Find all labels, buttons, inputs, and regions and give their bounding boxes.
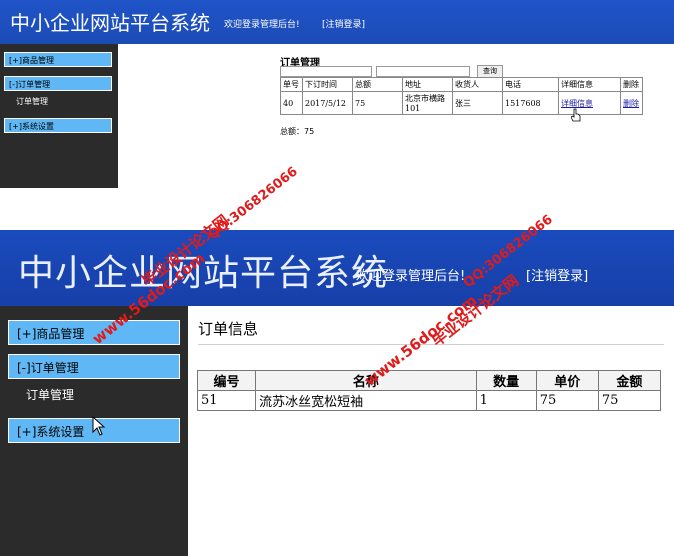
column-header: 单号 <box>280 77 303 92</box>
order-list-screenshot: 中小企业网站平台系统 欢迎登录管理后台! [注销登录] [+]商品管理 [-]订… <box>0 0 674 188</box>
item-price-cell: 75 <box>535 390 599 411</box>
column-header: 下订时间 <box>302 77 353 92</box>
header-bar: 中小企业网站平台系统 欢迎登录管理后台! [注销登录] <box>0 230 674 306</box>
table-row: 51 流苏冰丝宽松短袖 1 75 75 <box>196 390 662 411</box>
column-header: 金额 <box>597 370 662 391</box>
column-header: 地址 <box>402 77 453 92</box>
delete-link[interactable]: 删除 <box>623 99 639 108</box>
order-total-cell: 75 <box>352 91 403 115</box>
sidebar-item-order-management[interactable]: [-]订单管理 <box>8 354 180 379</box>
page-title: 订单信息 <box>198 320 259 338</box>
app-title: 中小企业网站平台系统 <box>10 11 210 35</box>
item-amount-cell: 75 <box>597 390 662 411</box>
column-header: 编号 <box>196 370 257 391</box>
order-items-table: 编号 名称 数量 单价 金额 51 流苏冰丝宽松短袖 1 75 75 <box>196 370 662 411</box>
column-header: 总额 <box>352 77 403 92</box>
order-date-cell: 2017/5/12 <box>302 91 353 115</box>
column-header: 详细信息 <box>558 77 621 92</box>
order-recipient-cell: 张三 <box>452 91 503 115</box>
column-header: 单价 <box>535 370 599 391</box>
table-header-row: 编号 名称 数量 单价 金额 <box>196 370 662 391</box>
date-search-input[interactable] <box>376 66 470 77</box>
table-row: 40 2017/5/12 75 北京市横路101 张三 1517608 详细信息… <box>280 91 643 115</box>
sidebar-subitem-order-management[interactable]: 订单管理 <box>26 386 74 403</box>
table-header-row: 单号 下订时间 总额 地址 收货人 电话 详细信息 删除 <box>280 77 643 92</box>
order-table: 单号 下订时间 总额 地址 收货人 电话 详细信息 删除 40 2017/5/1… <box>280 77 643 115</box>
logout-link[interactable]: [注销登录] <box>322 17 365 30</box>
header-bar: 中小企业网站平台系统 欢迎登录管理后台! [注销登录] <box>0 0 674 44</box>
app-title: 中小企业网站平台系统 <box>18 253 389 294</box>
column-header: 收货人 <box>452 77 503 92</box>
sidebar-item-order-management[interactable]: [-]订单管理 <box>4 76 112 91</box>
hand-cursor-icon <box>571 108 581 122</box>
total-amount: 总额：75 <box>280 127 315 136</box>
sidebar-subitem-order-management[interactable]: 订单管理 <box>16 96 48 107</box>
order-details-cell: 详细信息 <box>558 91 621 115</box>
welcome-text: 欢迎登录管理后台! <box>356 269 466 284</box>
title-divider <box>198 344 664 345</box>
details-link[interactable]: 详细信息 <box>561 99 593 108</box>
item-name-cell: 流苏冰丝宽松短袖 <box>255 390 477 411</box>
logout-link[interactable]: [注销登录] <box>526 265 588 284</box>
order-address-cell: 北京市横路101 <box>402 91 453 115</box>
column-header: 删除 <box>620 77 643 92</box>
sidebar: [+]商品管理 [-]订单管理 订单管理 [+]系统设置 <box>0 306 188 556</box>
column-header: 数量 <box>475 370 537 391</box>
welcome-text: 欢迎登录管理后台! <box>224 20 300 30</box>
order-phone-cell: 1517608 <box>502 91 559 115</box>
sidebar-item-system-settings[interactable]: [+]系统设置 <box>4 118 112 133</box>
sidebar: [+]商品管理 [-]订单管理 订单管理 [+]系统设置 <box>0 44 118 188</box>
sidebar-item-product-management[interactable]: [+]商品管理 <box>4 52 112 67</box>
order-detail-screenshot: 中小企业网站平台系统 欢迎登录管理后台! [注销登录] [+]商品管理 [-]订… <box>0 230 674 556</box>
item-quantity-cell: 1 <box>475 390 537 411</box>
order-search-input[interactable] <box>280 66 372 77</box>
main-content: 订单管理 查询 单号 下订时间 总额 地址 收货人 电话 详细信息 删除 40 … <box>118 44 674 188</box>
order-delete-cell: 删除 <box>620 91 643 115</box>
item-id-cell: 51 <box>196 390 257 411</box>
column-header: 电话 <box>502 77 559 92</box>
order-id-cell: 40 <box>280 91 303 115</box>
arrow-cursor-icon <box>92 416 106 436</box>
